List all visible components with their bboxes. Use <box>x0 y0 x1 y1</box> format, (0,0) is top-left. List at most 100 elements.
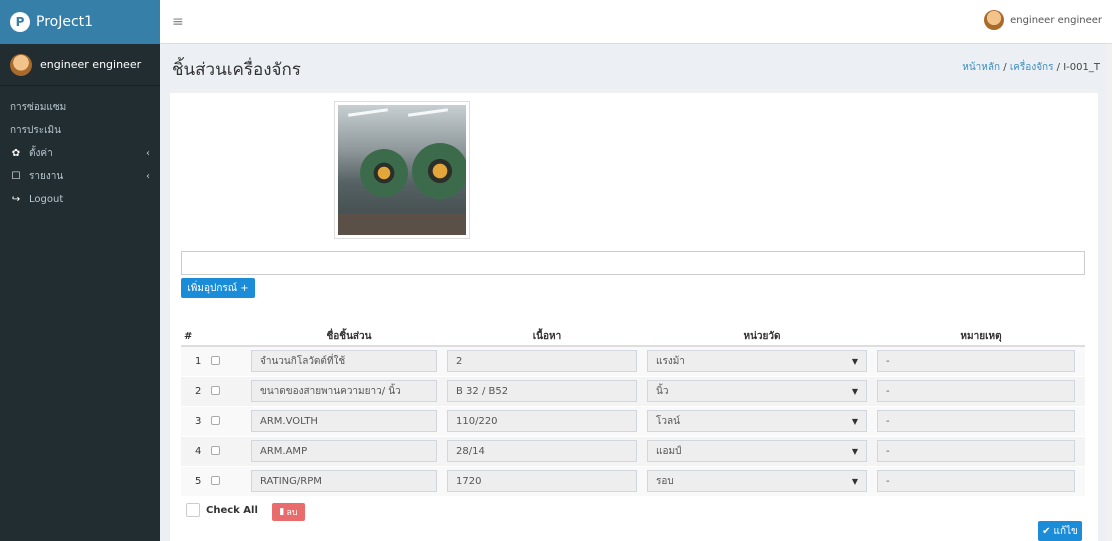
user-name: engineer engineer <box>1010 14 1102 26</box>
check-circle-icon: ✔ <box>1042 525 1051 537</box>
sidebar-item-evaluation[interactable]: การประเมิน <box>0 119 180 219</box>
note-field[interactable]: - <box>877 350 1075 373</box>
table-row: 5 RATING/RPM 1720 รอบ ▼ - <box>181 465 1085 496</box>
unit-select-value: แรงม้า <box>656 355 685 367</box>
row-number: 3 <box>181 405 211 436</box>
column-header-number: # <box>181 328 211 347</box>
page-title: ชิ้นส่วนเครื่องจักร <box>172 60 301 80</box>
content-field[interactable]: 28/14 <box>447 440 637 462</box>
row-number: 1 <box>181 345 211 376</box>
row-number: 2 <box>181 375 211 406</box>
column-header-checkbox <box>211 328 251 347</box>
check-all-label: Check All <box>206 504 258 516</box>
breadcrumb-separator: / <box>1003 62 1007 73</box>
part-name-field[interactable]: ARM.VOLTH <box>251 410 437 432</box>
column-header-content: เนื้อหา <box>447 328 647 347</box>
delete-button[interactable]: ▮ ลบ <box>272 503 305 521</box>
unit-select-value: นิ้ว <box>656 385 669 397</box>
app-title: ProJect1 <box>36 14 94 30</box>
content-box: เพิ่มอุปกรณ์ + # ชื่อชิ้นส่วน เนื้อหา หน… <box>170 90 1098 541</box>
part-name-field[interactable]: ARM.AMP <box>251 440 437 462</box>
note-field[interactable]: - <box>877 440 1075 462</box>
sidebar-item-label: การซ่อมแซม <box>10 102 67 113</box>
table-row: 4 ARM.AMP 28/14 แอมป์ ▼ - <box>181 435 1085 466</box>
row-checkbox[interactable] <box>211 415 220 425</box>
app-logo-icon: P <box>10 12 30 32</box>
content-field[interactable]: 110/220 <box>447 410 637 432</box>
gear-icon: ✿ <box>11 148 21 159</box>
scrollbar[interactable] <box>1106 44 1112 541</box>
breadcrumb-home[interactable]: หน้าหลัก <box>962 62 1000 73</box>
row-checkbox[interactable] <box>211 475 220 485</box>
sidebar-item-label: รายงาน <box>29 171 64 182</box>
part-name-field[interactable]: ขนาดของสายพานความยาว/ นิ้ว <box>251 380 437 402</box>
edit-button[interactable]: ✔ แก้ไข <box>1038 521 1082 541</box>
topbar: ≡ engineer engineer <box>160 0 1112 44</box>
caret-down-icon: ▼ <box>851 446 858 456</box>
machine-photo <box>334 101 470 239</box>
row-checkbox[interactable] <box>211 355 220 365</box>
hamburger-icon[interactable]: ≡ <box>172 14 184 30</box>
unit-select[interactable]: รอบ ▼ <box>647 470 867 493</box>
delete-button-label: ลบ <box>286 508 298 518</box>
note-field[interactable]: - <box>877 380 1075 402</box>
table-row: 2 ขนาดของสายพานความยาว/ นิ้ว B 32 / B52 … <box>181 375 1085 406</box>
chevron-left-icon: ‹ <box>146 171 150 182</box>
row-checkbox[interactable] <box>211 445 220 455</box>
breadcrumb-current: I-001_T <box>1063 62 1100 73</box>
table-row: 1 จำนวนกิโลวัตต์ที่ใช้ 2 แรงม้า ▼ - <box>181 345 1085 376</box>
note-field[interactable]: - <box>877 410 1075 432</box>
column-header-note: หมายเหตุ <box>877 328 1085 347</box>
part-name-field[interactable]: จำนวนกิโลวัตต์ที่ใช้ <box>251 350 437 373</box>
sidebar-item-report[interactable]: ☐ รายงาน ‹ <box>0 165 160 188</box>
content-field[interactable]: B 32 / B52 <box>447 380 637 402</box>
sidebar-item-settings[interactable]: ✿ ตั้งค่า ‹ <box>0 142 160 165</box>
user-panel: engineer engineer <box>0 44 160 86</box>
breadcrumb: หน้าหลัก / เครื่องจักร / I-001_T <box>962 60 1100 75</box>
unit-select-value: แอมป์ <box>656 445 682 457</box>
sidebar-item-repair[interactable]: การซ่อมแซม <box>0 96 180 196</box>
user-menu[interactable]: engineer engineer <box>984 10 1102 30</box>
content-field[interactable]: 1720 <box>447 470 637 493</box>
unit-select-value: รอบ <box>656 475 674 487</box>
user-name: engineer engineer <box>40 58 142 71</box>
avatar <box>984 10 1005 30</box>
unit-select[interactable]: นิ้ว ▼ <box>647 380 867 402</box>
unit-select[interactable]: โวลน์ ▼ <box>647 410 867 432</box>
unit-select-value: โวลน์ <box>656 415 680 427</box>
sidebar-menu: การซ่อมแซม การประเมิน ✿ ตั้งค่า ‹ ☐ รายง… <box>0 86 180 219</box>
avatar <box>10 53 32 76</box>
check-all-checkbox[interactable] <box>186 503 200 517</box>
sidebar: P ProJect1 engineer engineer การซ่อมแซม … <box>0 0 180 541</box>
text-input[interactable] <box>181 251 1085 275</box>
report-icon: ☐ <box>11 171 21 182</box>
unit-select[interactable]: แอมป์ ▼ <box>647 440 867 462</box>
sidebar-item-label: Logout <box>29 194 64 205</box>
sidebar-item-logout[interactable]: ↪ Logout <box>0 188 160 211</box>
content-field[interactable]: 2 <box>447 350 637 373</box>
row-number: 4 <box>181 435 211 466</box>
part-name-field[interactable]: RATING/RPM <box>251 470 437 493</box>
column-header-name: ชื่อชิ้นส่วน <box>251 328 447 347</box>
sidebar-item-label: ตั้งค่า <box>29 148 53 159</box>
caret-down-icon: ▼ <box>851 356 858 366</box>
caret-down-icon: ▼ <box>851 476 858 486</box>
check-all[interactable]: Check All <box>186 503 258 517</box>
brand-logo[interactable]: P ProJect1 <box>0 0 160 44</box>
breadcrumb-section[interactable]: เครื่องจักร <box>1010 62 1054 73</box>
unit-select[interactable]: แรงม้า ▼ <box>647 350 867 373</box>
chevron-left-icon: ‹ <box>146 148 150 159</box>
add-equipment-button[interactable]: เพิ่มอุปกรณ์ + <box>181 278 255 298</box>
column-header-unit: หน่วยวัด <box>647 328 877 347</box>
edit-button-label: แก้ไข <box>1053 525 1078 537</box>
sign-out-icon: ↪ <box>11 194 21 205</box>
table-row: 3 ARM.VOLTH 110/220 โวลน์ ▼ - <box>181 405 1085 436</box>
caret-down-icon: ▼ <box>851 416 858 426</box>
parts-table: # ชื่อชิ้นส่วน เนื้อหา หน่วยวัด หมายเหตุ… <box>181 328 1085 496</box>
row-checkbox[interactable] <box>211 385 220 395</box>
trash-icon: ▮ <box>279 507 285 517</box>
row-number: 5 <box>181 465 211 496</box>
note-field[interactable]: - <box>877 470 1075 493</box>
sidebar-item-label: การประเมิน <box>10 125 61 136</box>
content-header: ชิ้นส่วนเครื่องจักร หน้าหลัก / เครื่องจั… <box>160 44 1112 86</box>
